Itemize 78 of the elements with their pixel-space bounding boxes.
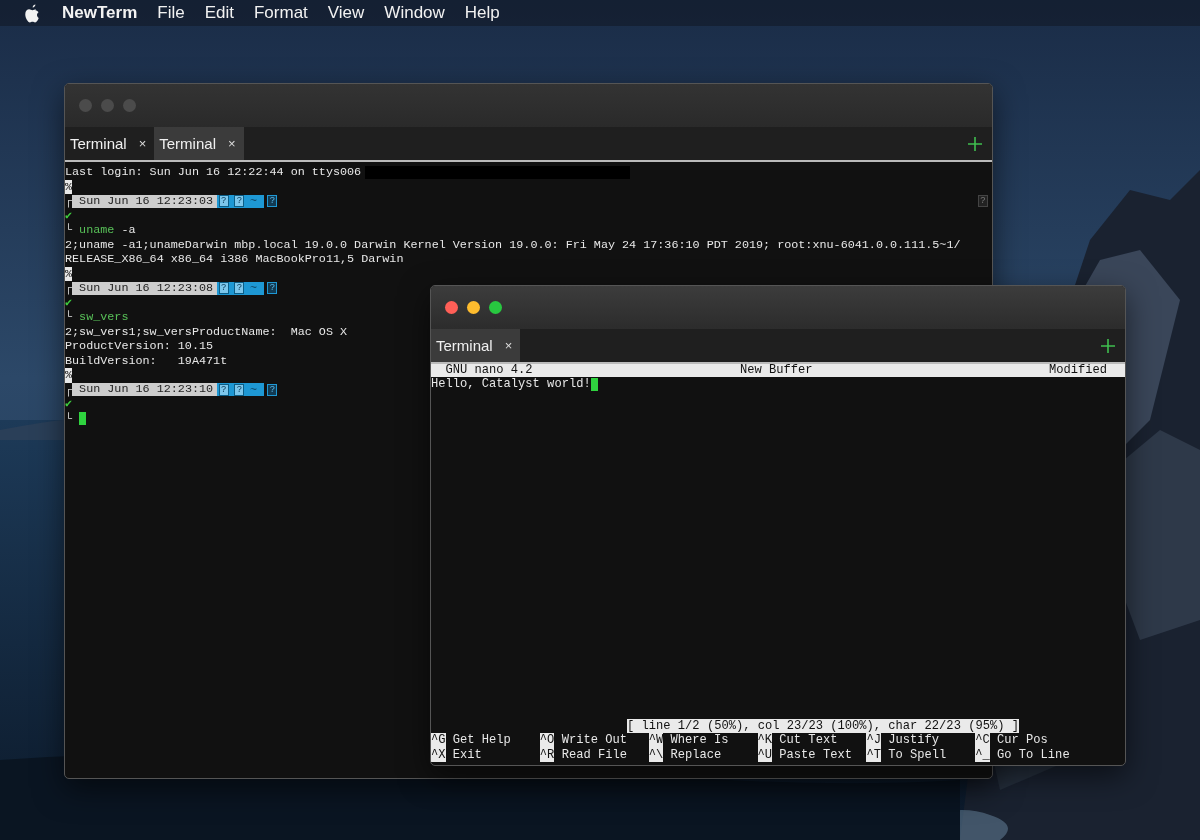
shortcut-label: Paste Text	[779, 747, 852, 762]
plus-icon[interactable]	[968, 136, 982, 151]
shortcut-label: Justify	[888, 733, 939, 748]
tree-corner: └	[65, 223, 73, 238]
tab[interactable]: Terminal ×	[431, 329, 521, 362]
output-line: 2;uname -a1;unameDarwin mbp.local 19.0.0 Darwin Kernel Version 19.0.0: Fri May 24 17:36:10 PDT 2019; root:xnu-6041.0.0.111.5~1/	[65, 237, 961, 252]
prompt-marker: %	[65, 179, 73, 194]
menu-item[interactable]: Help	[464, 3, 500, 23]
tab-close-button[interactable]: ×	[138, 136, 147, 151]
missing-glyph: ?	[218, 282, 229, 295]
shortcut-key: ^W	[648, 733, 664, 748]
missing-glyph: ?	[978, 195, 988, 208]
tab-close-button[interactable]: ×	[227, 136, 236, 151]
shortcut-label: Where Is	[670, 733, 729, 748]
status-message: [ line 1/2 (50%), col 23/23 (100%), char 22/23 (95%) ]	[627, 718, 1019, 733]
output-line: Last login: Sun Jun 16 12:22:44 on ttys006	[65, 165, 362, 180]
buffer-name: New Buffer	[738, 364, 814, 377]
apple-icon[interactable]	[24, 3, 40, 23]
missing-glyph: ?	[234, 195, 245, 208]
command-line: sw_vers	[79, 310, 129, 325]
tree-corner: ┌	[65, 382, 73, 397]
path-text: ~	[250, 281, 258, 296]
tab[interactable]: Terminal ×	[154, 127, 244, 160]
tree-corner: ┌	[65, 281, 73, 296]
prompt-time: Sun Jun 16 12:23:03	[72, 194, 217, 208]
minimize-button[interactable]	[467, 301, 480, 314]
missing-glyph: ?	[218, 383, 229, 396]
shortcut-label: Exit	[452, 747, 482, 762]
buffer-text: Hello, Catalyst world!	[431, 377, 591, 392]
menu-item[interactable]: Edit	[204, 3, 234, 23]
shortcut-label: Go To Line	[997, 747, 1070, 762]
output-line: 2;sw_vers1;sw_versProductName: Mac OS X	[65, 324, 348, 339]
missing-glyph: ?	[218, 195, 229, 208]
tree-corner: └	[65, 411, 73, 426]
missing-glyph: ?	[267, 282, 278, 295]
missing-glyph: ?	[234, 282, 245, 295]
status-glyph: ✔	[65, 208, 73, 223]
close-button[interactable]	[445, 301, 458, 314]
prompt-marker: %	[65, 368, 73, 383]
shortcut-key: ^C	[975, 733, 990, 748]
status-glyph: ✔	[65, 295, 73, 310]
shortcut-key: ^O	[539, 733, 555, 748]
tree-corner: └	[65, 310, 73, 325]
output-line: ProductVersion: 10.15	[65, 339, 214, 354]
shortcut-label: Cut Text	[779, 733, 838, 748]
path-text: ~	[250, 194, 258, 209]
tab-close-button[interactable]: ×	[504, 338, 513, 353]
status-glyph: ✔	[65, 397, 73, 412]
shortcut-label: Read File	[561, 747, 627, 762]
shortcut-key: ^J	[866, 733, 881, 748]
missing-glyph: ?	[267, 383, 278, 396]
shortcut-key: ^G	[431, 733, 446, 748]
menu-item[interactable]: Window	[384, 3, 445, 23]
editor-version: GNU nano 4.2	[445, 364, 534, 377]
output-line: BuildVersion: 19A471t	[65, 353, 228, 368]
prompt-time: Sun Jun 16 12:23:10	[72, 383, 217, 397]
menu-item[interactable]: NewTerm	[62, 3, 138, 23]
shortcut-key: ^K	[757, 733, 773, 748]
shortcut-label: Get Help	[452, 733, 511, 748]
menu-item[interactable]: File	[157, 3, 185, 23]
output-line: RELEASE_X86_64 x86_64 i386 MacBookPro11,5 Darwin	[65, 252, 404, 267]
missing-glyph: ?	[234, 383, 245, 396]
menu-item[interactable]: View	[327, 3, 365, 23]
tab[interactable]: Terminal ×	[65, 127, 155, 160]
shortcut-label: Cur Pos	[997, 733, 1048, 748]
tree-corner: ┌	[65, 194, 73, 209]
missing-glyph: ?	[267, 195, 278, 208]
prompt-marker: %	[65, 266, 73, 281]
shortcut-label: To Spell	[888, 747, 947, 762]
plus-icon[interactable]	[1101, 338, 1115, 353]
menu-item[interactable]: Format	[253, 3, 308, 23]
zoom-button[interactable]	[489, 301, 502, 314]
prompt-time: Sun Jun 16 12:23:08	[72, 281, 217, 295]
modified-label: Modified	[1047, 364, 1107, 377]
command-line: uname -a	[79, 223, 136, 238]
shortcut-label: Replace	[670, 747, 722, 762]
path-text: ~	[250, 382, 258, 397]
shortcut-label: Write Out	[561, 733, 627, 748]
